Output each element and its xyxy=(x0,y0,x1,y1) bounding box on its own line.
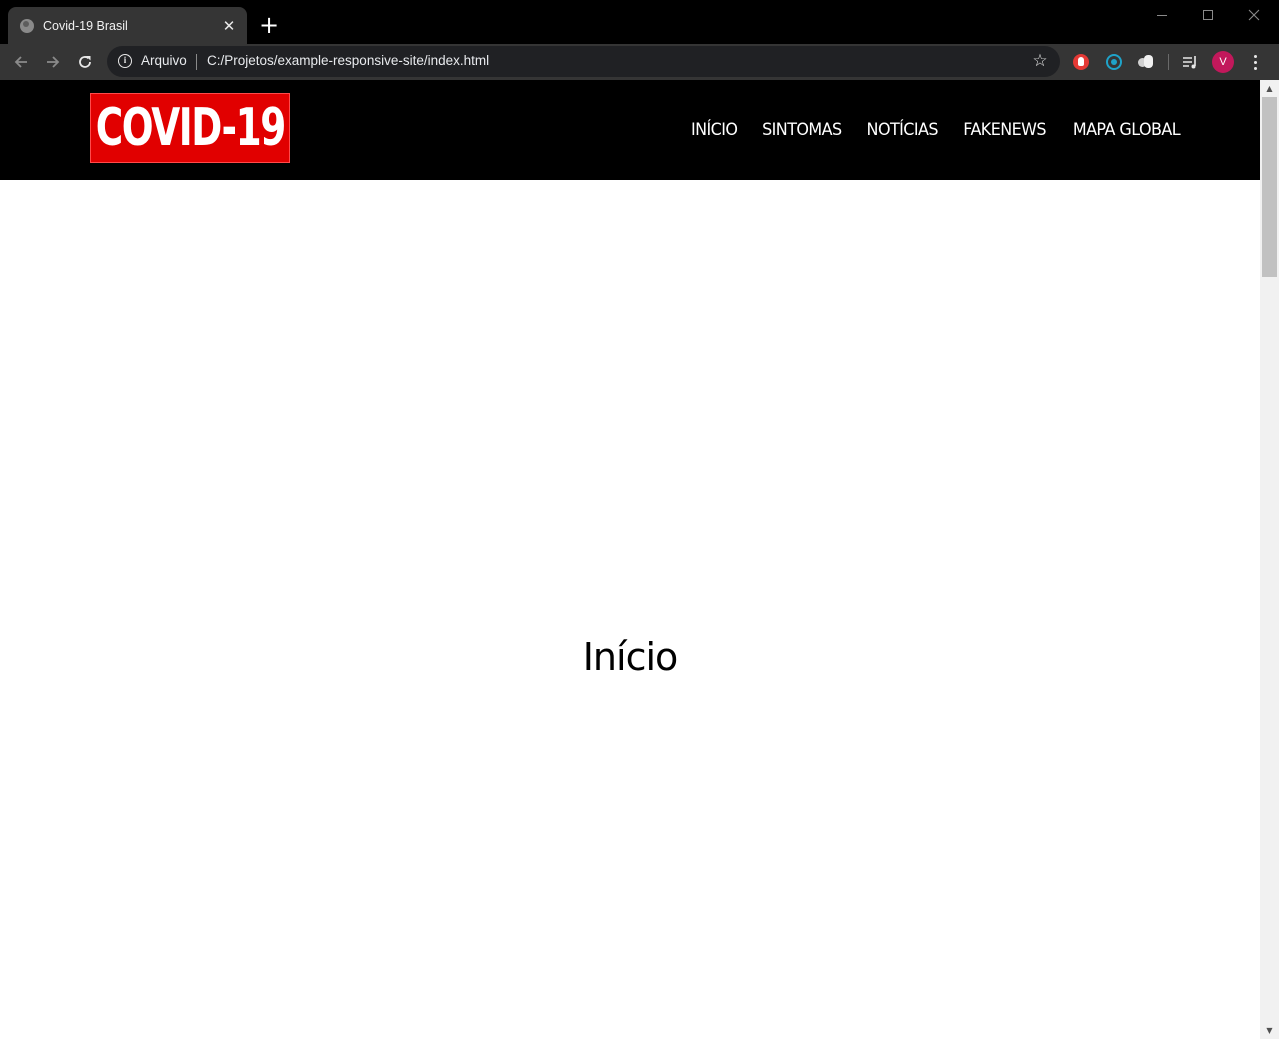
browser-tab[interactable]: Covid-19 Brasil ✕ xyxy=(8,7,247,44)
close-tab-icon[interactable]: ✕ xyxy=(221,18,237,34)
main-nav: INÍCIO SINTOMAS NOTÍCIAS FAKENEWS MAPA G… xyxy=(620,119,1181,143)
browser-window: Covid-19 Brasil ✕ + i Arquivo C:/Projeto… xyxy=(0,0,1279,1039)
media-controls-icon[interactable] xyxy=(1180,52,1200,72)
nav-link-inicio[interactable]: INÍCIO xyxy=(691,119,738,143)
vertical-scrollbar[interactable]: ▲ ▼ xyxy=(1260,80,1279,1039)
maximize-icon xyxy=(1203,10,1213,20)
scroll-down-arrow-icon[interactable]: ▼ xyxy=(1260,1022,1279,1039)
arrow-right-icon xyxy=(47,56,60,68)
minimize-button[interactable] xyxy=(1139,0,1185,30)
address-bar[interactable]: i Arquivo C:/Projetos/example-responsive… xyxy=(107,46,1060,77)
info-icon[interactable]: i xyxy=(118,54,132,68)
profile-avatar[interactable]: V xyxy=(1212,51,1234,73)
reload-button[interactable] xyxy=(71,48,99,76)
scroll-thumb[interactable] xyxy=(1262,97,1277,277)
bookmark-star-icon[interactable]: ☆ xyxy=(1030,51,1050,71)
tab-title: Covid-19 Brasil xyxy=(43,18,128,33)
arrow-left-icon xyxy=(14,56,27,68)
url-text[interactable]: C:/Projetos/example-responsive-site/inde… xyxy=(207,53,489,68)
tab-strip: Covid-19 Brasil ✕ + xyxy=(0,0,1279,44)
nav-link-mapa-global[interactable]: MAPA GLOBAL xyxy=(1073,119,1181,143)
browser-toolbar: i Arquivo C:/Projetos/example-responsive… xyxy=(0,44,1279,80)
reload-icon xyxy=(79,56,91,68)
extension-puzzle-icon[interactable] xyxy=(1136,52,1156,72)
close-icon xyxy=(1248,9,1260,21)
react-devtools-icon[interactable] xyxy=(1104,52,1124,72)
kebab-menu-icon[interactable] xyxy=(1247,52,1263,72)
omnibox-divider xyxy=(196,54,197,70)
scroll-up-arrow-icon[interactable]: ▲ xyxy=(1260,80,1279,97)
close-window-button[interactable] xyxy=(1231,0,1277,30)
page-title: Início xyxy=(582,635,679,679)
new-tab-button[interactable]: + xyxy=(256,13,282,39)
forward-button[interactable] xyxy=(39,48,67,76)
site-header: COVID-19 INÍCIO SINTOMAS NOTÍCIAS FAKENE… xyxy=(0,80,1260,180)
ad-block-icon[interactable] xyxy=(1071,52,1091,72)
nav-link-fakenews[interactable]: FAKENEWS xyxy=(963,119,1046,143)
logo-text: COVID-19 xyxy=(95,98,286,158)
globe-icon xyxy=(20,18,34,33)
back-button[interactable] xyxy=(7,48,35,76)
scheme-label[interactable]: Arquivo xyxy=(141,53,187,68)
toolbar-divider xyxy=(1168,54,1169,70)
maximize-button[interactable] xyxy=(1185,0,1231,30)
nav-link-noticias[interactable]: NOTÍCIAS xyxy=(866,119,938,143)
nav-link-sintomas[interactable]: SINTOMAS xyxy=(762,119,842,143)
site-logo[interactable]: COVID-19 xyxy=(90,93,290,163)
page-viewport: COVID-19 INÍCIO SINTOMAS NOTÍCIAS FAKENE… xyxy=(0,80,1279,1039)
minimize-icon xyxy=(1157,14,1167,16)
